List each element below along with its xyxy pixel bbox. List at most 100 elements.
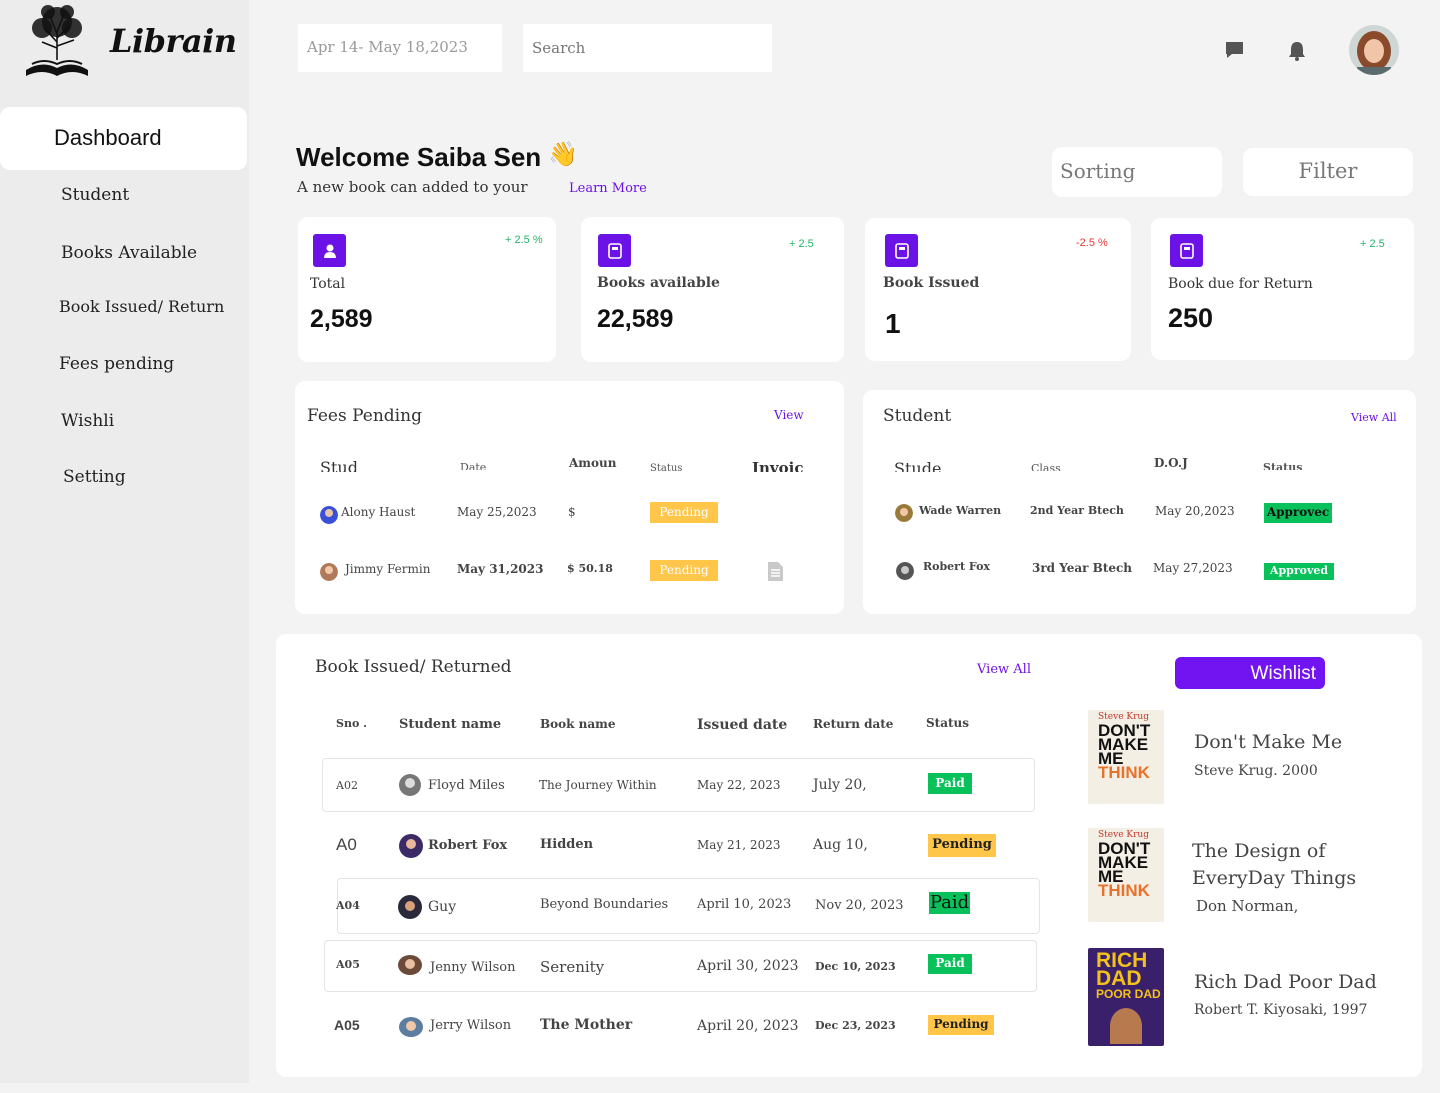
status-badge: Approvec [1264,503,1332,523]
student-class: 3rd Year Btech [1032,561,1133,575]
avatar [399,834,423,858]
sidebar-item-dashboard[interactable]: Dashboard [0,107,247,170]
column-header: Sno . [336,717,367,730]
stat-value: 2,589 [310,305,373,333]
column-header: Class [1031,462,1061,471]
fee-amount: $ 50.18 [567,562,613,575]
sidebar-item-wishlist[interactable]: Wishli [61,411,114,431]
book-name: The Journey Within [539,778,657,792]
fee-date: May 25,2023 [457,505,537,519]
issued-date: April 10, 2023 [697,897,792,912]
stat-card-books-available: + 2.5 Books available 22,589 [581,217,844,362]
stat-label: Total [310,276,346,292]
stat-value: 1 [885,308,901,339]
book-author: Steve Krug. 2000 [1194,763,1318,779]
view-link[interactable]: View [774,408,804,422]
serial-number: A02 [336,779,358,792]
student-doj: May 27,2023 [1153,561,1233,575]
wishlist-button[interactable]: Wishlist [1175,657,1325,689]
column-header: Status [926,716,970,730]
filter-button[interactable]: Filter [1243,148,1413,196]
fee-amount: $ [568,505,576,519]
chat-icon[interactable] [1224,40,1245,61]
stat-label: Book Issued [883,275,980,291]
column-header: Stude [894,459,942,472]
status-badge: Paid [928,954,972,974]
student-name: Robert Fox [923,560,990,573]
student-panel: Student View All Stude Class D.O.J Statu… [863,390,1416,614]
stat-value: 250 [1168,303,1214,333]
book-title: Don't Make Me [1194,731,1343,753]
app-logo-text: Librain [110,22,237,60]
search-input[interactable] [523,24,772,72]
sidebar-item-book-issued-return[interactable]: Book Issued/ Return [59,297,224,316]
sidebar-item-books-available[interactable]: Books Available [61,243,197,263]
return-date: July 20, [813,777,867,793]
student-name: Jerry Wilson [430,1018,512,1033]
student-name: Floyd Miles [428,778,505,793]
book-title: Rich Dad Poor Dad [1194,971,1377,993]
column-header: Status [1263,461,1303,470]
sidebar-item-student[interactable]: Student [61,185,129,205]
column-header: Return date [813,717,894,731]
avatar [896,562,914,580]
tree-logo-icon [26,5,88,76]
sorting-button[interactable]: Sorting [1052,147,1222,197]
invoice-icon[interactable] [767,561,784,582]
book-cover[interactable]: Steve Krug DON'T MAKE ME THINK [1088,828,1164,922]
serial-number: A04 [336,899,360,912]
column-header: Student name [399,717,502,732]
column-header: Status [650,463,683,471]
book-name: Serenity [540,958,605,976]
student-doj: May 20,2023 [1155,504,1235,518]
status-badge: Approved [1264,563,1334,580]
book-name: The Mother [540,1017,633,1033]
stat-card-total: + 2.5 % Total 2,589 [298,217,556,362]
section-title: Fees Pending [307,406,422,426]
avatar [320,563,338,581]
student-name: Robert Fox [428,838,508,853]
status-badge: Pending [650,560,718,581]
book-title: The Design of EveryDay Things [1192,840,1357,889]
sidebar-item-setting[interactable]: Setting [63,467,126,487]
avatar [398,955,422,975]
book-name: Beyond Boundaries [540,897,669,912]
learn-more-link[interactable]: Learn More [569,181,647,196]
status-badge: Pending [928,834,996,857]
column-header: Issued date [697,717,788,733]
sidebar-item-label: Dashboard [54,125,162,150]
status-badge: Paid [928,773,972,794]
book-cover[interactable]: RICH DAD POOR DAD [1088,948,1164,1046]
avatar [895,504,913,522]
stat-delta: + 2.5 [1360,238,1385,250]
issued-date: May 22, 2023 [697,778,781,792]
column-header: D.O.J [1154,456,1188,470]
view-all-link[interactable]: View All [977,662,1031,677]
return-date: Dec 10, 2023 [815,960,896,973]
serial-number: A0 [336,835,357,854]
view-all-link[interactable]: View All [1351,411,1397,424]
status-badge: Pending [650,502,718,523]
stat-label: Books available [597,275,720,291]
bell-icon[interactable] [1287,40,1307,62]
student-class: 2nd Year Btech [1030,504,1124,517]
return-date: Dec 23, 2023 [815,1019,896,1032]
book-cover[interactable]: Steve Krug DON'T MAKE ME THINK [1088,710,1164,804]
stat-delta: + 2.5 % [505,234,543,246]
book-icon [1170,234,1203,267]
student-name: Wade Warren [919,504,1002,517]
status-badge: Paid [929,892,970,914]
sidebar-item-fees-pending[interactable]: Fees pending [59,354,174,374]
wave-icon: 👋 [548,140,578,168]
column-header: Amoun [569,456,617,470]
student-name: Jenny Wilson [430,960,516,975]
return-date: Nov 20, 2023 [815,898,904,913]
avatar[interactable] [1349,25,1399,75]
avatar [399,774,421,796]
status-badge: Pending [928,1015,994,1035]
date-range-field[interactable]: Apr 14- May 18,2023 [298,24,502,72]
student-name: Jimmy Fermin [345,562,431,576]
user-icon [313,234,346,267]
avatar [398,895,422,919]
column-header: Invoic [752,459,804,472]
